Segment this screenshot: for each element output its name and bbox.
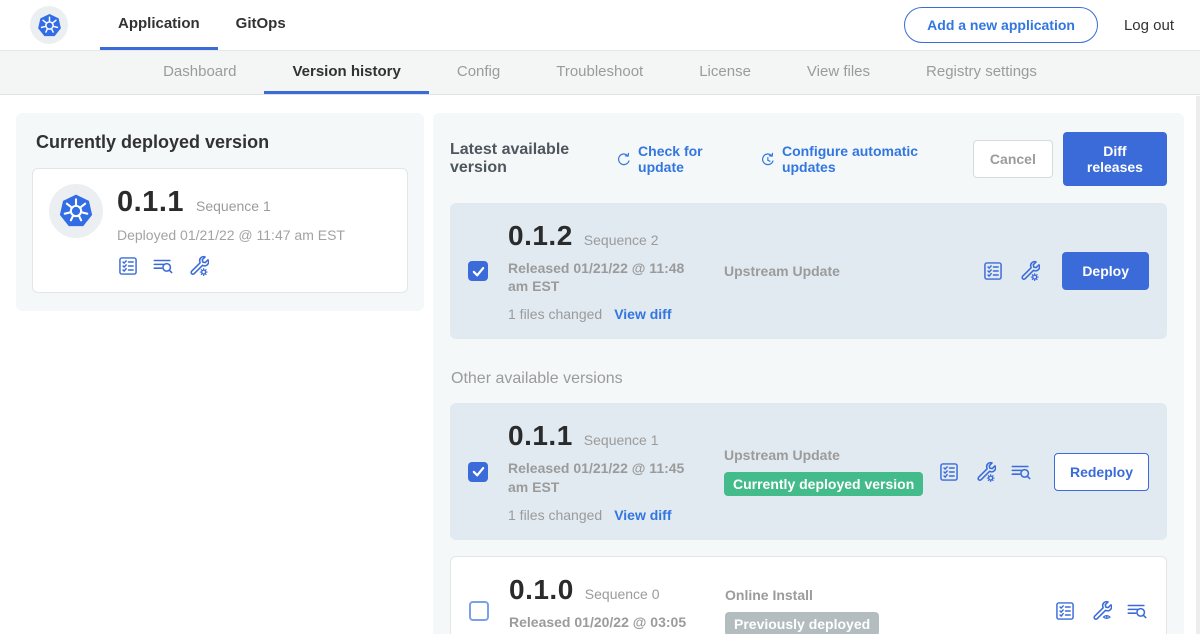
other-available-versions-heading: Other available versions [451, 370, 1167, 388]
deploy-button[interactable]: Deploy [1062, 252, 1149, 290]
latest-version-heading: Latest available version [450, 141, 606, 177]
version-source: Online Install Previously deployed [725, 587, 879, 634]
files-changed-label: 1 files changed [508, 507, 602, 523]
version-number: 0.1.1 [508, 420, 573, 452]
checkmark-icon [470, 463, 487, 480]
version-history-panel: Latest available version Check for updat… [433, 113, 1184, 634]
tab-application[interactable]: Application [100, 0, 218, 50]
redeploy-button[interactable]: Redeploy [1054, 453, 1149, 491]
check-for-update-label: Check for update [638, 143, 736, 175]
top-nav-right: Add a new application Log out [904, 0, 1174, 50]
view-config-icon[interactable] [1090, 600, 1112, 622]
configure-automatic-updates-link[interactable]: Configure automatic updates [760, 143, 949, 175]
currently-deployed-card: Currently deployed version 0.1.1 Sequenc… [16, 113, 424, 311]
sequence-label: Sequence 1 [584, 432, 659, 448]
sequence-label: Sequence 2 [584, 232, 659, 248]
deploy-logs-icon[interactable] [1126, 600, 1148, 622]
version-actions [1054, 600, 1148, 622]
version-checkbox-0-1-0[interactable] [469, 601, 489, 621]
source-label: Online Install [725, 587, 813, 603]
kubernetes-logo[interactable] [30, 6, 68, 44]
tab-registry-settings[interactable]: Registry settings [898, 51, 1065, 94]
main-content: Currently deployed version 0.1.1 Sequenc… [0, 95, 1200, 634]
source-label: Upstream Update [724, 263, 840, 279]
cancel-button[interactable]: Cancel [973, 140, 1053, 178]
configure-automatic-updates-label: Configure automatic updates [782, 143, 949, 175]
edit-config-icon[interactable] [1018, 260, 1040, 282]
currently-deployed-badge: Currently deployed version [724, 472, 923, 496]
version-number: 0.1.0 [509, 574, 574, 606]
version-source: Upstream Update Currently deployed versi… [724, 447, 923, 496]
released-timestamp: Released 01/21/22 @ 11:48 am EST [508, 259, 704, 295]
version-checkbox-0-1-2[interactable] [468, 261, 488, 281]
version-number: 0.1.2 [508, 220, 573, 252]
released-timestamp: Released 01/21/22 @ 11:45 am EST [508, 459, 704, 495]
diff-releases-button[interactable]: Diff releases [1063, 132, 1167, 186]
deployed-timestamp: Deployed 01/21/22 @ 11:47 am EST [117, 227, 345, 243]
version-info: 0.1.2 Sequence 2 Released 01/21/22 @ 11:… [508, 220, 724, 322]
edit-config-icon[interactable] [187, 255, 209, 277]
files-changed-label: 1 files changed [508, 306, 602, 322]
check-for-update-link[interactable]: Check for update [616, 143, 736, 175]
preflight-checks-icon[interactable] [117, 255, 139, 277]
preflight-checks-icon[interactable] [982, 260, 1004, 282]
previously-deployed-badge: Previously deployed [725, 612, 879, 634]
version-source: Upstream Update [724, 263, 840, 279]
tab-view-files[interactable]: View files [779, 51, 898, 94]
top-nav: Application GitOps Add a new application… [0, 0, 1200, 50]
currently-deployed-heading: Currently deployed version [36, 132, 408, 153]
preflight-checks-icon[interactable] [938, 461, 960, 483]
app-icon [49, 184, 103, 238]
source-label: Upstream Update [724, 447, 840, 463]
view-diff-link[interactable]: View diff [614, 507, 671, 523]
view-diff-link[interactable]: View diff [614, 306, 671, 322]
preflight-checks-icon[interactable] [1054, 600, 1076, 622]
released-timestamp: Released 01/20/22 @ 03:05 pm EST [509, 613, 705, 634]
checkmark-icon [470, 263, 487, 280]
tab-config[interactable]: Config [429, 51, 528, 94]
version-info: 0.1.1 Sequence 1 Released 01/21/22 @ 11:… [508, 420, 724, 522]
version-row-0-1-0: 0.1.0 Sequence 0 Released 01/20/22 @ 03:… [450, 556, 1167, 634]
deploy-logs-icon[interactable] [152, 255, 174, 277]
version-row-0-1-2: 0.1.2 Sequence 2 Released 01/21/22 @ 11:… [450, 203, 1167, 339]
kubernetes-logo-icon [34, 10, 65, 41]
kubernetes-app-icon [54, 189, 98, 233]
tab-version-history[interactable]: Version history [264, 51, 428, 94]
schedule-update-icon [760, 151, 775, 168]
refresh-icon [616, 151, 631, 168]
version-info: 0.1.0 Sequence 0 Released 01/20/22 @ 03:… [509, 574, 725, 634]
scrollbar-track[interactable] [1196, 96, 1200, 634]
deployed-version-number: 0.1.1 [117, 186, 184, 219]
version-actions: Redeploy [938, 453, 1149, 491]
tab-gitops[interactable]: GitOps [218, 0, 304, 50]
deployed-version-card: 0.1.1 Sequence 1 Deployed 01/21/22 @ 11:… [32, 168, 408, 293]
add-new-application-button[interactable]: Add a new application [904, 7, 1098, 43]
version-checkbox-0-1-1[interactable] [468, 462, 488, 482]
deployed-sequence-label: Sequence 1 [196, 198, 271, 214]
tab-troubleshoot[interactable]: Troubleshoot [528, 51, 671, 94]
edit-config-icon[interactable] [974, 461, 996, 483]
deployed-version-body: 0.1.1 Sequence 1 Deployed 01/21/22 @ 11:… [117, 184, 345, 277]
version-row-0-1-1: 0.1.1 Sequence 1 Released 01/21/22 @ 11:… [450, 403, 1167, 539]
logout-link[interactable]: Log out [1124, 17, 1174, 34]
deploy-logs-icon[interactable] [1010, 461, 1032, 483]
tab-dashboard[interactable]: Dashboard [135, 51, 264, 94]
sequence-label: Sequence 0 [585, 586, 660, 602]
tab-license[interactable]: License [671, 51, 779, 94]
version-actions: Deploy [982, 252, 1149, 290]
app-sub-nav: Dashboard Version history Config Trouble… [0, 50, 1200, 95]
latest-version-header: Latest available version Check for updat… [450, 132, 1167, 186]
top-nav-tabs: Application GitOps [100, 0, 304, 50]
